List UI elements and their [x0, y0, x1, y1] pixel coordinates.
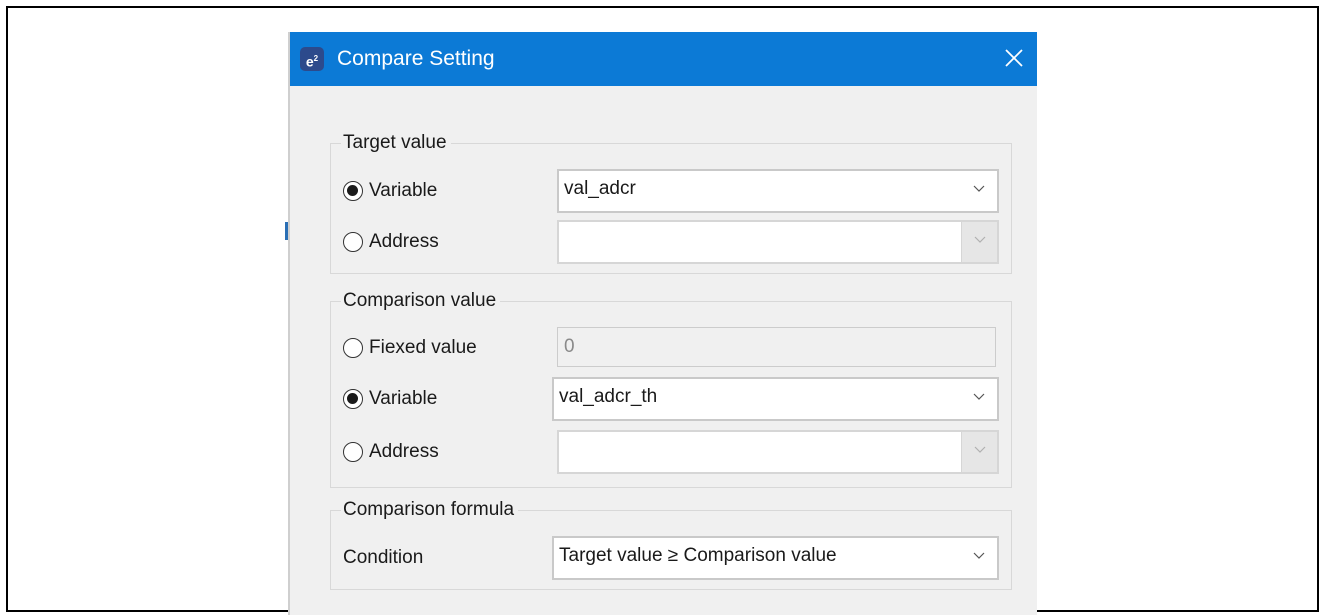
- dialog-title: Compare Setting: [337, 47, 495, 70]
- target-address-label: Address: [369, 231, 439, 252]
- radio-unselected-icon: [343, 232, 363, 252]
- comparison-fixed-radio[interactable]: Fiexed value: [343, 335, 477, 361]
- chevron-down-icon: [974, 446, 986, 453]
- close-icon: [1005, 49, 1023, 67]
- target-address-radio[interactable]: Address: [343, 229, 439, 255]
- target-variable-radio[interactable]: Variable: [343, 178, 437, 204]
- app-icon: e2: [300, 47, 324, 71]
- comparison-fixed-input[interactable]: 0: [557, 327, 996, 367]
- target-variable-dropdown-button[interactable]: [961, 171, 997, 211]
- chevron-down-icon: [974, 236, 986, 243]
- target-address-select[interactable]: [557, 220, 999, 264]
- radio-unselected-icon: [343, 338, 363, 358]
- background-window-edge: [285, 222, 288, 240]
- chevron-down-icon: [973, 552, 985, 559]
- condition-value: Target value ≥ Comparison value: [559, 545, 837, 566]
- target-variable-select[interactable]: val_adcr: [557, 169, 999, 213]
- comparison-fixed-label: Fiexed value: [369, 337, 477, 358]
- condition-dropdown-button[interactable]: [961, 538, 997, 578]
- condition-label: Condition: [343, 547, 424, 568]
- comparison-fixed-value: 0: [564, 336, 575, 357]
- comparison-address-radio[interactable]: Address: [343, 439, 439, 465]
- comparison-value-group-label: Comparison value: [341, 288, 501, 314]
- comparison-variable-radio[interactable]: Variable: [343, 386, 437, 412]
- target-address-dropdown-button[interactable]: [961, 222, 997, 262]
- target-variable-value: val_adcr: [564, 178, 636, 199]
- compare-setting-dialog: e2 Compare Setting Target value Variable…: [290, 32, 1037, 615]
- target-value-group-label: Target value: [341, 130, 451, 156]
- radio-unselected-icon: [343, 442, 363, 462]
- chevron-down-icon: [973, 393, 985, 400]
- condition-select[interactable]: Target value ≥ Comparison value: [552, 536, 999, 580]
- comparison-address-label: Address: [369, 441, 439, 462]
- radio-selected-icon: [343, 389, 363, 409]
- comparison-variable-value: val_adcr_th: [559, 386, 658, 407]
- comparison-address-dropdown-button[interactable]: [961, 432, 997, 472]
- comparison-variable-label: Variable: [369, 388, 438, 409]
- comparison-address-select[interactable]: [557, 430, 999, 474]
- comparison-variable-dropdown-button[interactable]: [961, 379, 997, 419]
- chevron-down-icon: [973, 185, 985, 192]
- close-button[interactable]: [999, 43, 1029, 73]
- comparison-variable-select[interactable]: val_adcr_th: [552, 377, 999, 421]
- target-variable-label: Variable: [369, 180, 438, 201]
- radio-selected-icon: [343, 181, 363, 201]
- comparison-formula-group-label: Comparison formula: [341, 497, 519, 523]
- title-bar[interactable]: e2 Compare Setting: [290, 32, 1037, 86]
